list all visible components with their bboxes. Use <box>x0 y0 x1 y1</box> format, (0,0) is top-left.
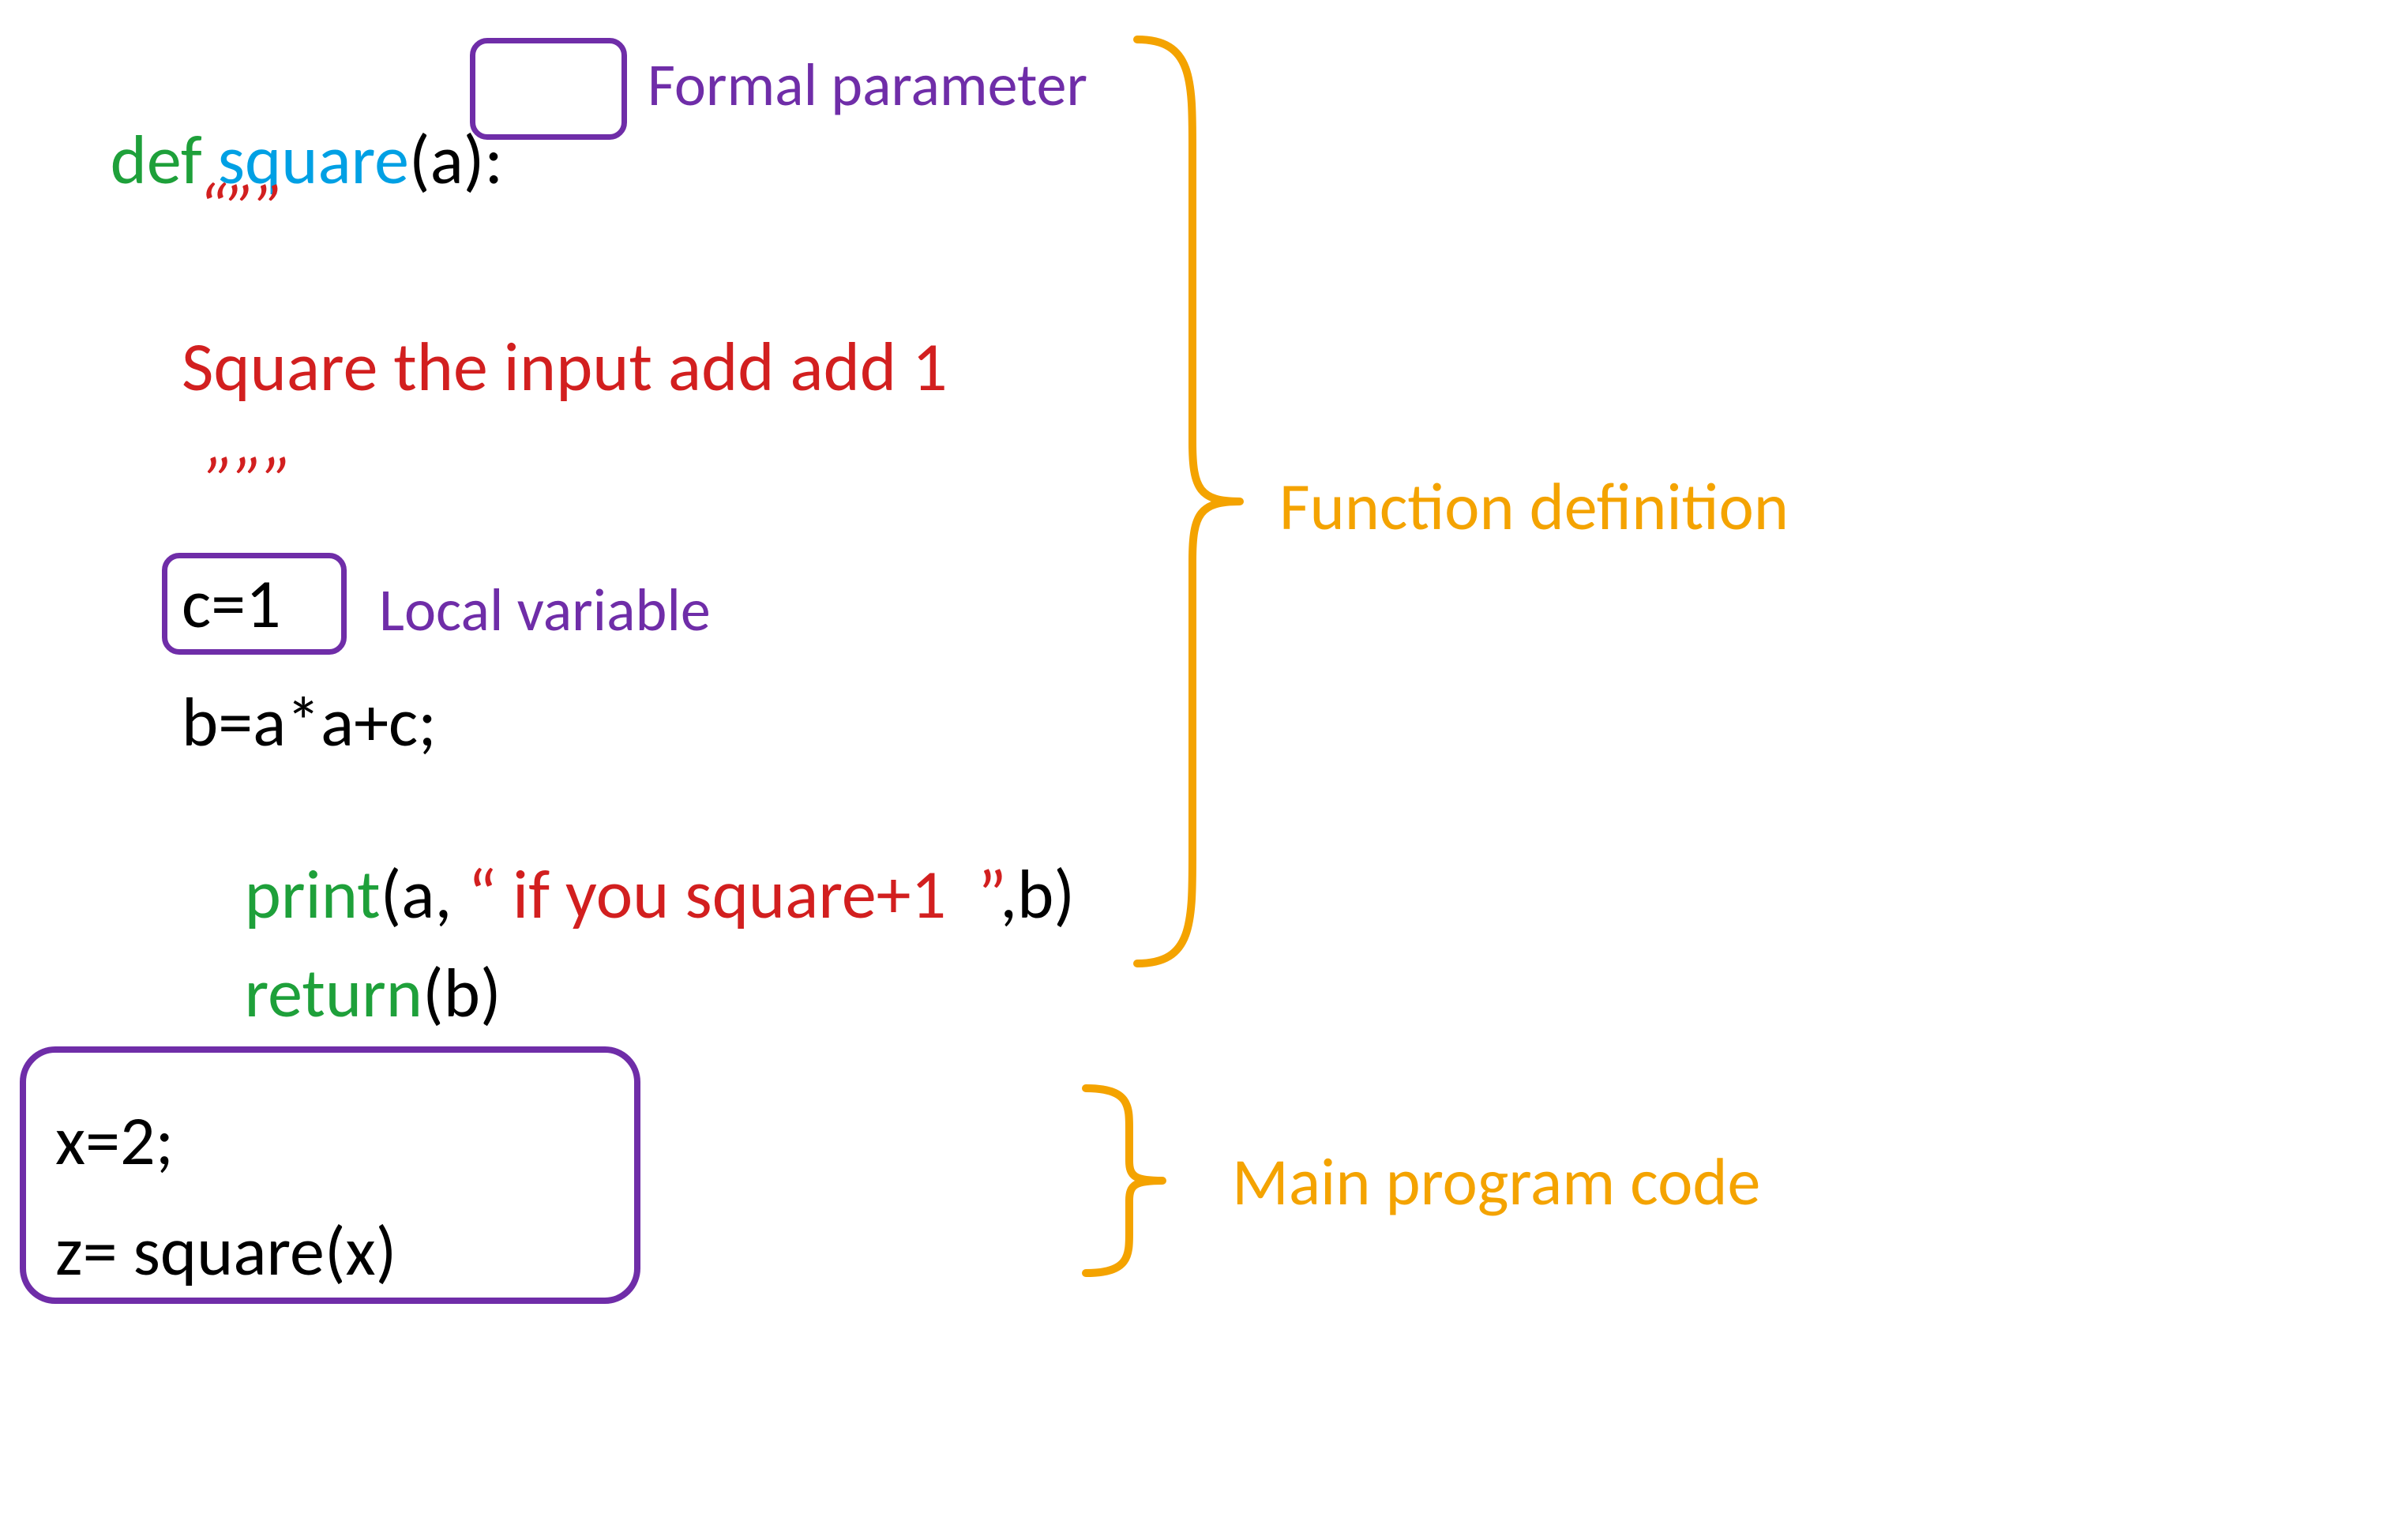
docstring-close-quotes: ””” <box>205 446 292 516</box>
print-args-close: ,b) <box>1000 851 1075 937</box>
docstring-text: Square the input add add 1 <box>182 332 948 401</box>
highlight-box-formal-parameter <box>470 38 627 140</box>
docstring-open-quotes: “”” <box>197 174 284 243</box>
code-line-z-square-call: z= square(x) <box>55 1216 396 1286</box>
brace-function-definition-icon <box>1121 32 1248 971</box>
annotation-main-program: Main program code <box>1232 1149 1760 1215</box>
keyword-return: return <box>245 950 422 1035</box>
highlight-box-local-variable <box>162 553 347 655</box>
code-line-x-assign: x=2; <box>55 1106 174 1175</box>
annotation-local-variable: Local variable <box>379 580 711 640</box>
return-arg: (b) <box>422 950 501 1035</box>
annotation-formal-parameter: Formal parameter <box>648 55 1087 115</box>
print-string: “ if you square+1 ” <box>468 851 1000 937</box>
code-line-b-assign: b=a*a+c; <box>182 687 437 757</box>
brace-main-program-icon <box>1074 1082 1169 1279</box>
annotation-function-definition: Function definition <box>1279 474 1789 540</box>
